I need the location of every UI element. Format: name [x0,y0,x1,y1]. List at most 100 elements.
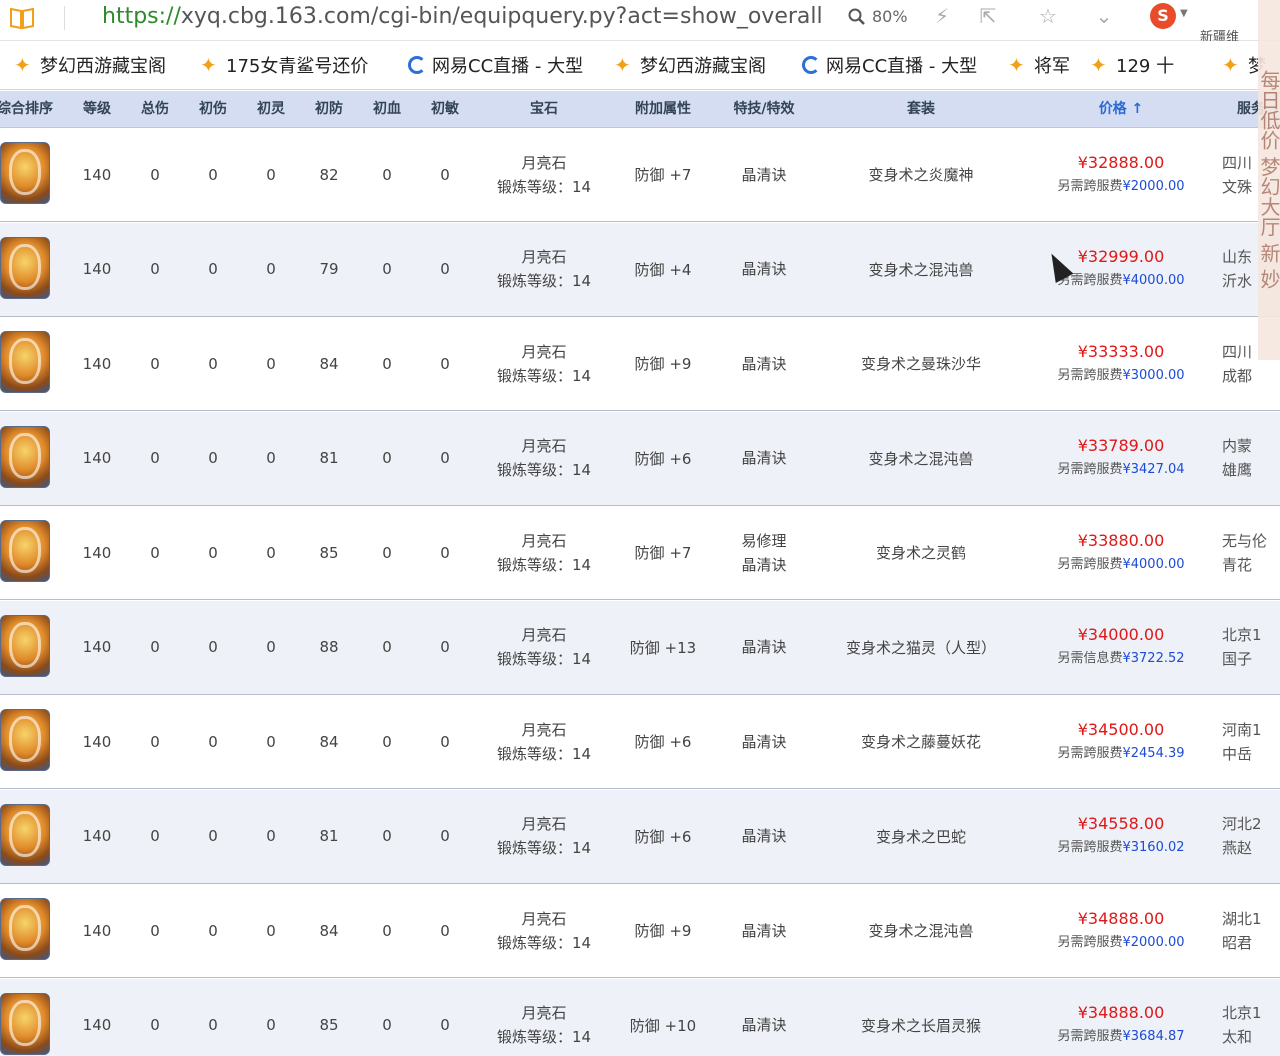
equipment-thumbnail-icon[interactable] [0,331,50,393]
equipment-thumbnail-icon[interactable] [0,236,50,299]
cell-chuling: 0 [266,260,276,278]
column-header[interactable]: 综合排序 [0,91,60,127]
column-header[interactable]: 初防 [300,91,358,127]
cell-chushang: 0 [208,827,218,845]
bookmark-item[interactable]: 梦幻西游藏宝阁 [614,51,794,79]
cell-skill-line1: 晶清诀 [741,260,787,278]
cell-chumin: 0 [440,1016,450,1034]
cell-chushang: 0 [208,165,218,184]
cell-server: 北京1 太和 [1222,979,1280,1056]
cell-chuxue: 0 [382,354,392,373]
cell-chufang: 88 [319,638,339,656]
table-row[interactable]: 140 0 0 0 82 0 0 月亮石 锻炼等级：14 防御 +7 晶清诀 变身术之炎魔神 ¥3288… [0,128,1280,222]
cell-chuxue: 0 [382,449,392,467]
cell-chuling: 0 [266,354,276,373]
cell-level: 140 [82,260,112,278]
equipment-thumbnail-icon[interactable] [0,520,50,582]
fee-label: 另需跨服费 [1057,367,1123,383]
column-header[interactable]: 宝石 [474,91,614,127]
table-row[interactable]: 140 0 0 0 79 0 0 月亮石 锻炼等级：14 防御 +4 晶清诀 变身术之混沌兽 ¥3299… [0,222,1280,317]
cell-chumin: 0 [440,260,450,278]
bookmark-item[interactable]: 175女青鲨号还价 [200,51,390,79]
cell-chuling: 0 [266,638,276,656]
equipment-thumbnail-icon[interactable] [0,803,50,866]
cell-chufang: 84 [319,921,339,940]
cell-attr: 防御 +4 [634,260,692,279]
table-row[interactable]: 140 0 0 0 84 0 0 月亮石 锻炼等级：14 防御 +6 晶清诀 变身术之藤蔓妖花 ¥345… [0,695,1280,789]
fee-value: ¥2000.00 [1122,934,1185,950]
table-row[interactable]: 140 0 0 0 84 0 0 月亮石 锻炼等级：14 防御 +9 晶清诀 变身术之曼珠沙华 ¥333… [0,317,1280,411]
cell-gem: 月亮石 锻炼等级：14 [474,695,614,788]
chevron-down-icon[interactable]: ⌄ [1092,4,1116,28]
cell-level: 140 [82,165,112,184]
fee-line: 另需跨服费¥3427.04 [1057,458,1184,482]
equipment-thumbnail-icon[interactable] [0,898,50,960]
cell-price: ¥34000.00 另需信息费¥3722.52 [1026,601,1216,694]
equipment-thumbnail-icon[interactable] [0,992,50,1055]
cell-zongshang: 0 [150,354,160,373]
cell-zongshang: 0 [150,638,160,656]
table-row[interactable]: 140 0 0 0 85 0 0 月亮石 锻炼等级：14 防御 +7 易修理 晶清诀 变身术之灵鹤 ¥33… [0,506,1280,600]
bookmark-item[interactable]: 网易CC直播 - 大型 [802,51,994,79]
table-row[interactable]: 140 0 0 0 84 0 0 月亮石 锻炼等级：14 防御 +9 晶清诀 变身术之混沌兽 ¥3488… [0,884,1280,978]
url-field[interactable]: https://xyq.cbg.163.com/cgi-bin/equipque… [102,2,822,32]
column-header[interactable]: 初血 [358,91,416,127]
favorite-star-icon[interactable]: ☆ [1036,4,1060,28]
bookmark-item[interactable]: 将军 [1008,51,1080,79]
column-header[interactable]: 初灵 [242,91,300,127]
sogou-icon[interactable]: S [1150,3,1176,29]
cell-attr: 防御 +7 [634,166,692,184]
cell-chuxue: 0 [382,165,392,184]
cell-chumin: 0 [440,827,450,845]
address-bar: https://xyq.cbg.163.com/cgi-bin/equipque… [0,0,1280,45]
cell-chuling: 0 [266,543,276,562]
sogou-menu-caret-icon[interactable]: ▼ [1180,8,1188,19]
bookmark-item[interactable]: 网易CC直播 - 大型 [408,51,600,79]
column-header[interactable]: 特技/特效 [712,91,816,127]
cell-chufang: 81 [319,827,339,845]
share-icon[interactable]: ⇱ [976,4,1000,28]
equipment-thumbnail-icon[interactable] [0,614,50,677]
cell-server: 河南1 中岳 [1222,695,1280,788]
fee-line: 另需跨服费¥2454.39 [1057,742,1184,766]
cell-chumin: 0 [440,354,450,373]
column-header[interactable]: 初敏 [416,91,474,127]
side-promo-panel[interactable]: 每日低价 梦幻大厅 新 妙 [1258,0,1280,360]
column-header[interactable]: 总伤 [126,91,184,127]
cell-price: ¥33880.00 另需跨服费¥4000.00 [1026,506,1216,599]
zoom-control[interactable]: 80% [848,4,908,30]
cell-gem-line2: 锻炼等级：14 [496,555,592,574]
equipment-thumbnail-icon[interactable] [0,425,50,488]
table-header: 综合排序 等级 总伤 初伤 初灵 初防 初血 初敏 宝石 附加属性 特技/特效 套装 价格 ↑ 服务 [0,91,1280,128]
cell-gem-line1: 月亮石 [521,153,567,172]
reader-mode-icon[interactable] [8,4,36,32]
column-header[interactable]: 套装 [816,91,1026,127]
cell-chumin: 0 [440,449,450,467]
star-icon [200,53,220,77]
server-line2: 燕赵 [1222,839,1253,857]
cell-gem-line1: 月亮石 [521,437,567,455]
table-row[interactable]: 140 0 0 0 81 0 0 月亮石 锻炼等级：14 防御 +6 晶清诀 变身术之巴蛇 ¥34558… [0,789,1280,884]
table-row[interactable]: 140 0 0 0 88 0 0 月亮石 锻炼等级：14 防御 +13 晶清诀 变身术之猫灵（人型） ¥… [0,600,1280,695]
equipment-thumbnail-icon[interactable] [0,142,50,204]
cell-zongshang: 0 [150,260,160,278]
server-line1: 河北2 [1222,815,1262,833]
fee-value: ¥3160.02 [1122,840,1185,855]
price-sort-header[interactable]: 价格 ↑ [1026,91,1216,127]
fee-line: 另需跨服费¥3160.02 [1057,836,1184,860]
equipment-thumbnail-icon[interactable] [0,709,50,771]
table-row[interactable]: 140 0 0 0 81 0 0 月亮石 锻炼等级：14 防御 +6 晶清诀 变身术之混沌兽 ¥3378… [0,411,1280,506]
bookmark-item[interactable]: 129 十 [1090,51,1190,79]
cell-skill-line1: 晶清诀 [741,827,787,845]
column-header[interactable]: 等级 [68,91,126,127]
column-header[interactable]: 初伤 [184,91,242,127]
cell-suit: 变身术之猫灵（人型） [845,638,996,657]
lightning-icon[interactable]: ⚡ [930,4,954,28]
fee-value: ¥3000.00 [1122,367,1185,383]
column-header[interactable]: 附加属性 [614,91,712,127]
bookmark-item[interactable]: 梦幻西游藏宝阁 [14,51,194,79]
cell-gem-line1: 月亮石 [521,1004,567,1022]
server-line2: 中岳 [1222,744,1253,763]
cell-chuling: 0 [266,732,276,751]
table-row[interactable]: 140 0 0 0 85 0 0 月亮石 锻炼等级：14 防御 +10 晶清诀 变身术之长眉灵猴 ¥34… [0,978,1280,1056]
